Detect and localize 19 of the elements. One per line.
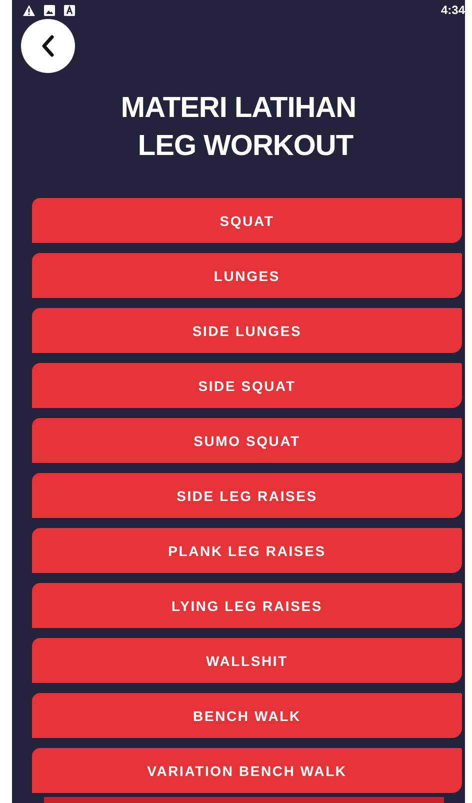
exercise-button[interactable]: SIDE LEG RAISES (32, 473, 462, 518)
exercise-button[interactable]: SUMO SQUAT (32, 418, 462, 463)
exercise-button[interactable]: WALLSHIT (32, 638, 462, 683)
image-icon (44, 4, 55, 16)
exercise-button[interactable]: SIDE SQUAT (32, 363, 462, 408)
page-title: LEG WORKOUT (138, 129, 354, 164)
exercise-button[interactable]: PLANK LEG RAISES (32, 528, 462, 573)
exercise-button[interactable]: BENCH WALK (32, 693, 462, 738)
exercise-button[interactable]: LYING LEG RAISES (32, 583, 462, 628)
a-icon (64, 4, 75, 16)
page-title: MATERI LATIHAN (120, 91, 356, 126)
status-time: 4:34 (440, 3, 465, 17)
warning-icon (23, 4, 35, 16)
exercise-button[interactable]: LUNGES (32, 253, 462, 298)
exercise-button[interactable]: VARIATION BENCH WALK (32, 748, 462, 793)
back-button[interactable] (21, 19, 75, 73)
back-icon (40, 35, 56, 57)
exercise-button[interactable]: SQUAT (32, 198, 462, 243)
exercise-button[interactable]: SIDE LUNGES (32, 308, 462, 353)
